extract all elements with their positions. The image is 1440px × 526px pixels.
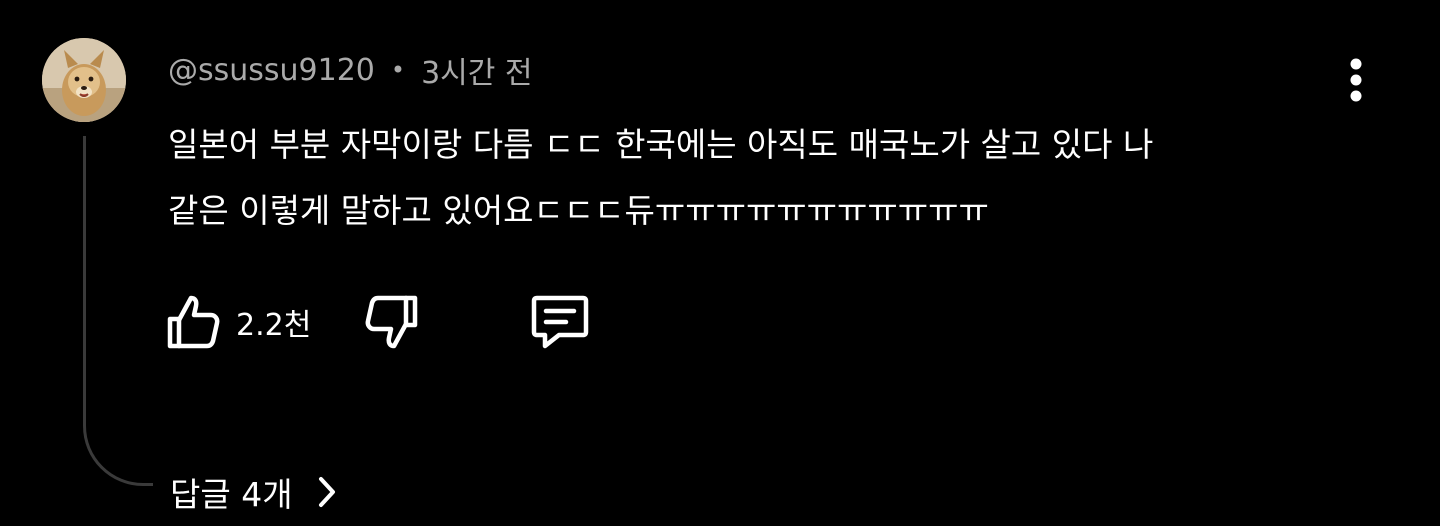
like-button[interactable]: 2.2천 [164, 290, 311, 354]
more-vert-icon [1350, 58, 1362, 102]
dislike-button[interactable] [363, 290, 421, 354]
avatar[interactable] [42, 38, 126, 122]
reply-thread-line [83, 136, 153, 486]
replies-label: 답글 4개 [170, 475, 293, 514]
dog-avatar-image [42, 38, 126, 122]
reply-button[interactable] [529, 290, 591, 354]
comment-text: 일본어 부분 자막이랑 다름 ㄷㄷ 한국에는 아직도 매국노가 살고 있다 나 … [168, 125, 1154, 230]
thumbs-down-icon [365, 295, 418, 349]
view-replies-button[interactable]: 답글 4개 [170, 468, 337, 516]
comment-author[interactable]: @ssussu9120 [168, 53, 375, 88]
meta-separator: • [390, 56, 406, 84]
comment-menu-button[interactable] [1336, 56, 1376, 104]
chevron-right-icon [317, 475, 337, 509]
comment-time[interactable]: 3시간 전 [421, 48, 532, 92]
comment-icon [532, 295, 589, 349]
thumbs-up-icon [167, 295, 220, 349]
comment-actions: 2.2천 [164, 290, 591, 354]
like-count: 2.2천 [236, 308, 312, 343]
comment-meta: @ssussu9120 • 3시간 전 [168, 48, 533, 92]
